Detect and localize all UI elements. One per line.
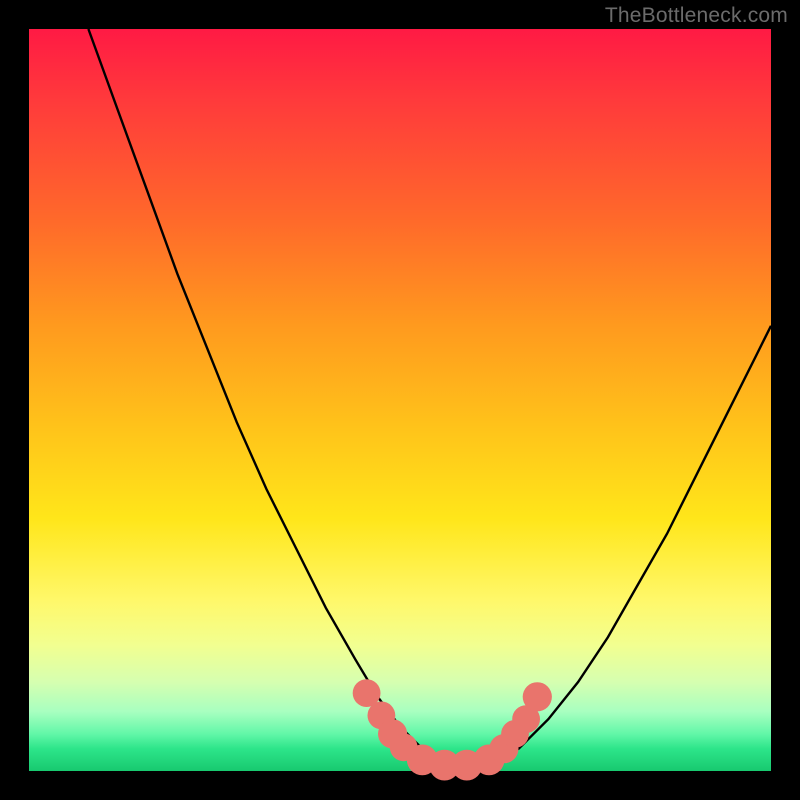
watermark-text: TheBottleneck.com xyxy=(605,4,788,28)
chart-plot-area xyxy=(29,29,771,771)
bottleneck-curve-path xyxy=(88,29,771,767)
bottleneck-curve-svg xyxy=(29,29,771,771)
curve-markers xyxy=(353,679,552,780)
curve-marker xyxy=(523,682,552,711)
